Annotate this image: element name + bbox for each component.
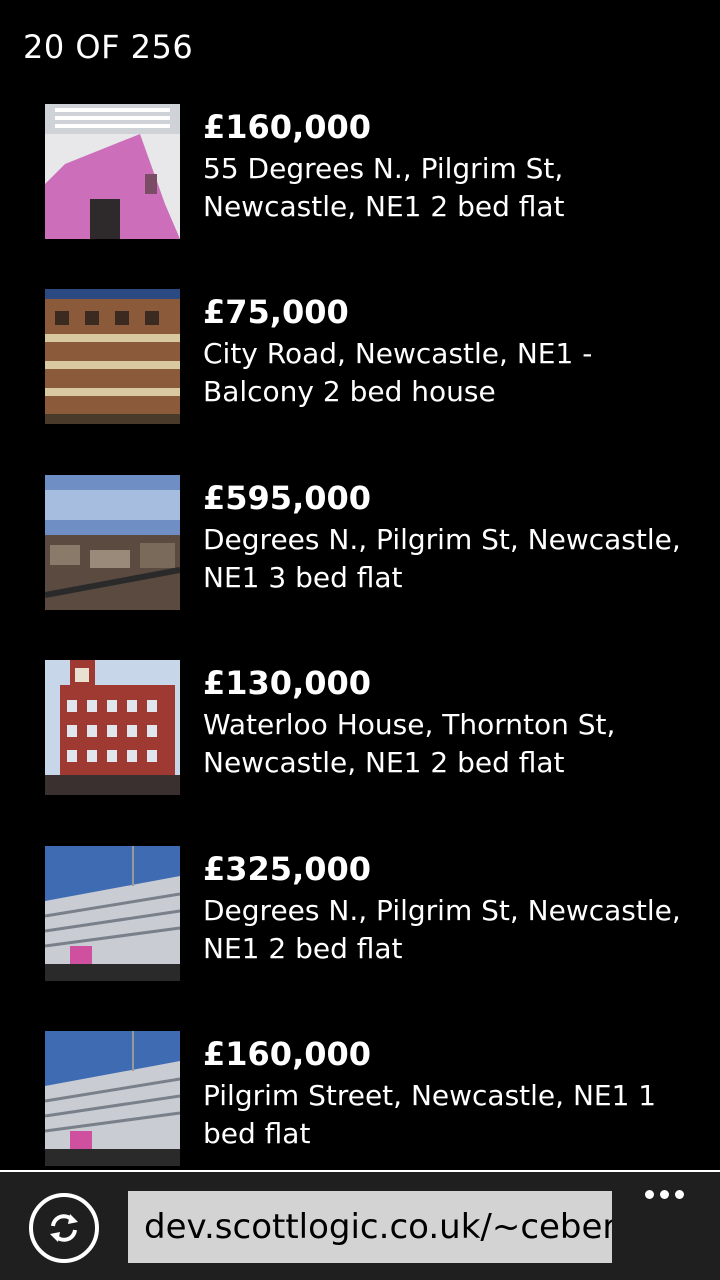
listing-description: Waterloo House, Thornton St, Newcastle, … bbox=[203, 708, 616, 779]
list-item[interactable]: £75,000 City Road, Newcastle, NE1 - Balc… bbox=[0, 289, 720, 429]
listing-price: £595,000 bbox=[203, 479, 372, 517]
more-icon[interactable] bbox=[640, 1186, 690, 1206]
list-item[interactable]: £160,000 55 Degrees N., Pilgrim St, Newc… bbox=[0, 104, 720, 244]
listing-price: £160,000 bbox=[203, 108, 372, 146]
property-thumbnail bbox=[45, 289, 180, 424]
list-item[interactable]: £130,000 Waterloo House, Thornton St, Ne… bbox=[0, 660, 720, 800]
listing-price: £75,000 bbox=[203, 293, 349, 331]
property-thumbnail bbox=[45, 104, 180, 239]
listing-description: Pilgrim Street, Newcastle, NE1 1 bed fla… bbox=[203, 1079, 657, 1150]
list-item[interactable]: £160,000 Pilgrim Street, Newcastle, NE1 … bbox=[0, 1031, 720, 1170]
refresh-icon bbox=[50, 1214, 78, 1242]
address-bar[interactable]: dev.scottlogic.co.uk/~ceberh bbox=[128, 1191, 612, 1263]
listings-page: 20 OF 256 £160,000 55 Degrees N., Pilgri… bbox=[0, 0, 720, 1170]
listing-price: £160,000 bbox=[203, 1035, 372, 1073]
listing-description: Degrees N., Pilgrim St, Newcastle, NE1 2… bbox=[203, 894, 681, 965]
browser-app-bar: dev.scottlogic.co.uk/~ceberh bbox=[0, 1170, 720, 1280]
list-item[interactable]: £325,000 Degrees N., Pilgrim St, Newcast… bbox=[0, 846, 720, 986]
property-thumbnail bbox=[45, 475, 180, 610]
listing-price: £130,000 bbox=[203, 664, 372, 702]
listing-description: 55 Degrees N., Pilgrim St, Newcastle, NE… bbox=[203, 152, 565, 223]
listing-description: City Road, Newcastle, NE1 - Balcony 2 be… bbox=[203, 337, 593, 408]
list-item[interactable]: £595,000 Degrees N., Pilgrim St, Newcast… bbox=[0, 475, 720, 615]
property-thumbnail bbox=[45, 660, 180, 795]
listing-price: £325,000 bbox=[203, 850, 372, 888]
results-counter: 20 OF 256 bbox=[23, 28, 194, 66]
listing-description: Degrees N., Pilgrim St, Newcastle, NE1 3… bbox=[203, 523, 681, 594]
property-thumbnail bbox=[45, 846, 180, 981]
refresh-button[interactable] bbox=[29, 1193, 99, 1263]
property-thumbnail bbox=[45, 1031, 180, 1166]
